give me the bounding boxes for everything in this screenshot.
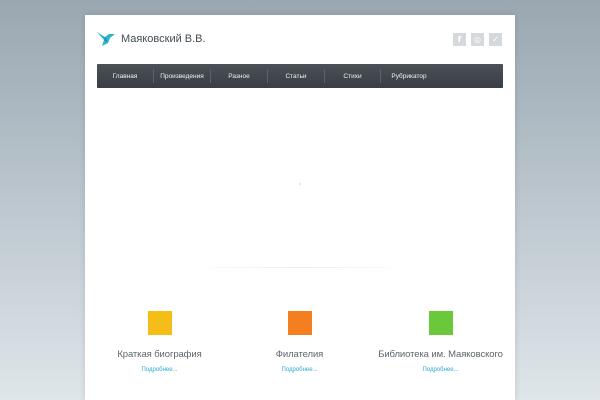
nav-item-works[interactable]: Произведения xyxy=(154,69,211,83)
slider-area xyxy=(85,88,515,268)
slider-loader xyxy=(299,183,301,185)
feature-philately: Филателия Подробнее... xyxy=(228,311,371,373)
nav-item-poems[interactable]: Стихи xyxy=(325,69,381,83)
feature-biography: Краткая биография Подробнее... xyxy=(88,311,231,373)
bird-icon xyxy=(97,32,115,46)
nav-item-misc[interactable]: Разное xyxy=(211,69,268,83)
nav-item-rubricator[interactable]: Рубрикатор xyxy=(381,69,437,83)
more-link[interactable]: Подробнее... xyxy=(88,367,231,373)
feature-library: Библиотека им. Маяковского Подробнее... xyxy=(369,311,512,373)
more-link[interactable]: Подробнее... xyxy=(369,367,512,373)
feature-title: Библиотека им. Маяковского xyxy=(378,349,503,360)
page-container: Маяковский В.В. f ◎ ✓ Главная Произведен… xyxy=(85,15,515,400)
feature-square-icon xyxy=(287,311,312,335)
feature-square-icon xyxy=(147,311,172,335)
facebook-icon[interactable]: f xyxy=(453,33,466,46)
main-nav: Главная Произведения Разное Статьи Стихи… xyxy=(97,64,503,88)
features-section: Краткая биография Подробнее... Филателия… xyxy=(85,311,515,391)
feature-square-icon xyxy=(428,311,453,335)
slider-shadow xyxy=(107,267,493,272)
site-logo[interactable]: Маяковский В.В. xyxy=(96,29,206,49)
instagram-icon[interactable]: ◎ xyxy=(471,33,484,46)
twitter-icon[interactable]: ✓ xyxy=(489,33,502,46)
feature-title: Краткая биография xyxy=(117,349,202,360)
nav-item-articles[interactable]: Статьи xyxy=(268,69,325,83)
site-title: Маяковский В.В. xyxy=(121,33,206,45)
feature-title: Филателия xyxy=(275,349,324,360)
nav-item-home[interactable]: Главная xyxy=(97,69,154,83)
more-link[interactable]: Подробнее... xyxy=(228,367,371,373)
social-links: f ◎ ✓ xyxy=(453,33,502,46)
